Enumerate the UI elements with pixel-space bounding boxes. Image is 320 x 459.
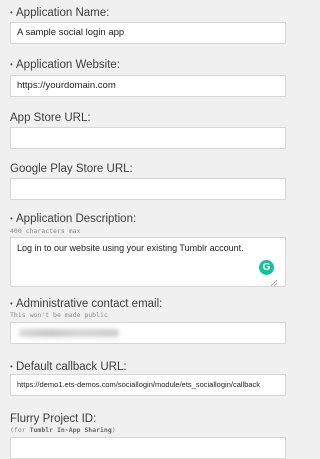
google-play-url-input[interactable] [10, 178, 286, 200]
app-name-input[interactable]: A sample social login app [10, 22, 286, 44]
app-name-label: • Application Name: [10, 7, 110, 19]
required-marker: • [10, 362, 13, 371]
admin-email-hint: This won't be made public [10, 311, 108, 319]
required-marker: • [10, 214, 13, 223]
google-play-url-label: Google Play Store URL: [10, 163, 133, 175]
required-marker: • [10, 299, 13, 308]
flurry-id-hint: (for Tumblr In-App Sharing) [10, 426, 116, 434]
flurry-id-input[interactable] [10, 437, 286, 459]
app-description-label: • Application Description: [10, 213, 137, 225]
admin-email-input[interactable] [10, 322, 286, 344]
app-description-hint: 400 characters max [10, 227, 81, 235]
admin-email-label: • Administrative contact email: [10, 298, 163, 310]
app-store-url-label: App Store URL: [10, 112, 91, 124]
flurry-id-label: Flurry Project ID: [10, 413, 97, 425]
required-marker: • [10, 8, 13, 17]
redacted-email [19, 329, 119, 337]
app-website-label: • Application Website: [10, 59, 120, 71]
app-website-input[interactable]: https://yourdomain.com [10, 75, 286, 97]
resize-handle-icon[interactable] [270, 279, 277, 286]
app-description-textarea[interactable]: Log in to our website using your existin… [10, 237, 286, 287]
callback-url-label: • Default callback URL: [10, 361, 127, 373]
app-store-url-input[interactable] [10, 127, 286, 149]
callback-url-input[interactable]: https://demo1.ets-demos.com/sociallogin/… [10, 374, 286, 396]
app-registration-form: • Application Name: A sample social login… [0, 0, 286, 459]
required-marker: • [10, 60, 13, 69]
grammarly-icon[interactable]: G [259, 260, 274, 275]
